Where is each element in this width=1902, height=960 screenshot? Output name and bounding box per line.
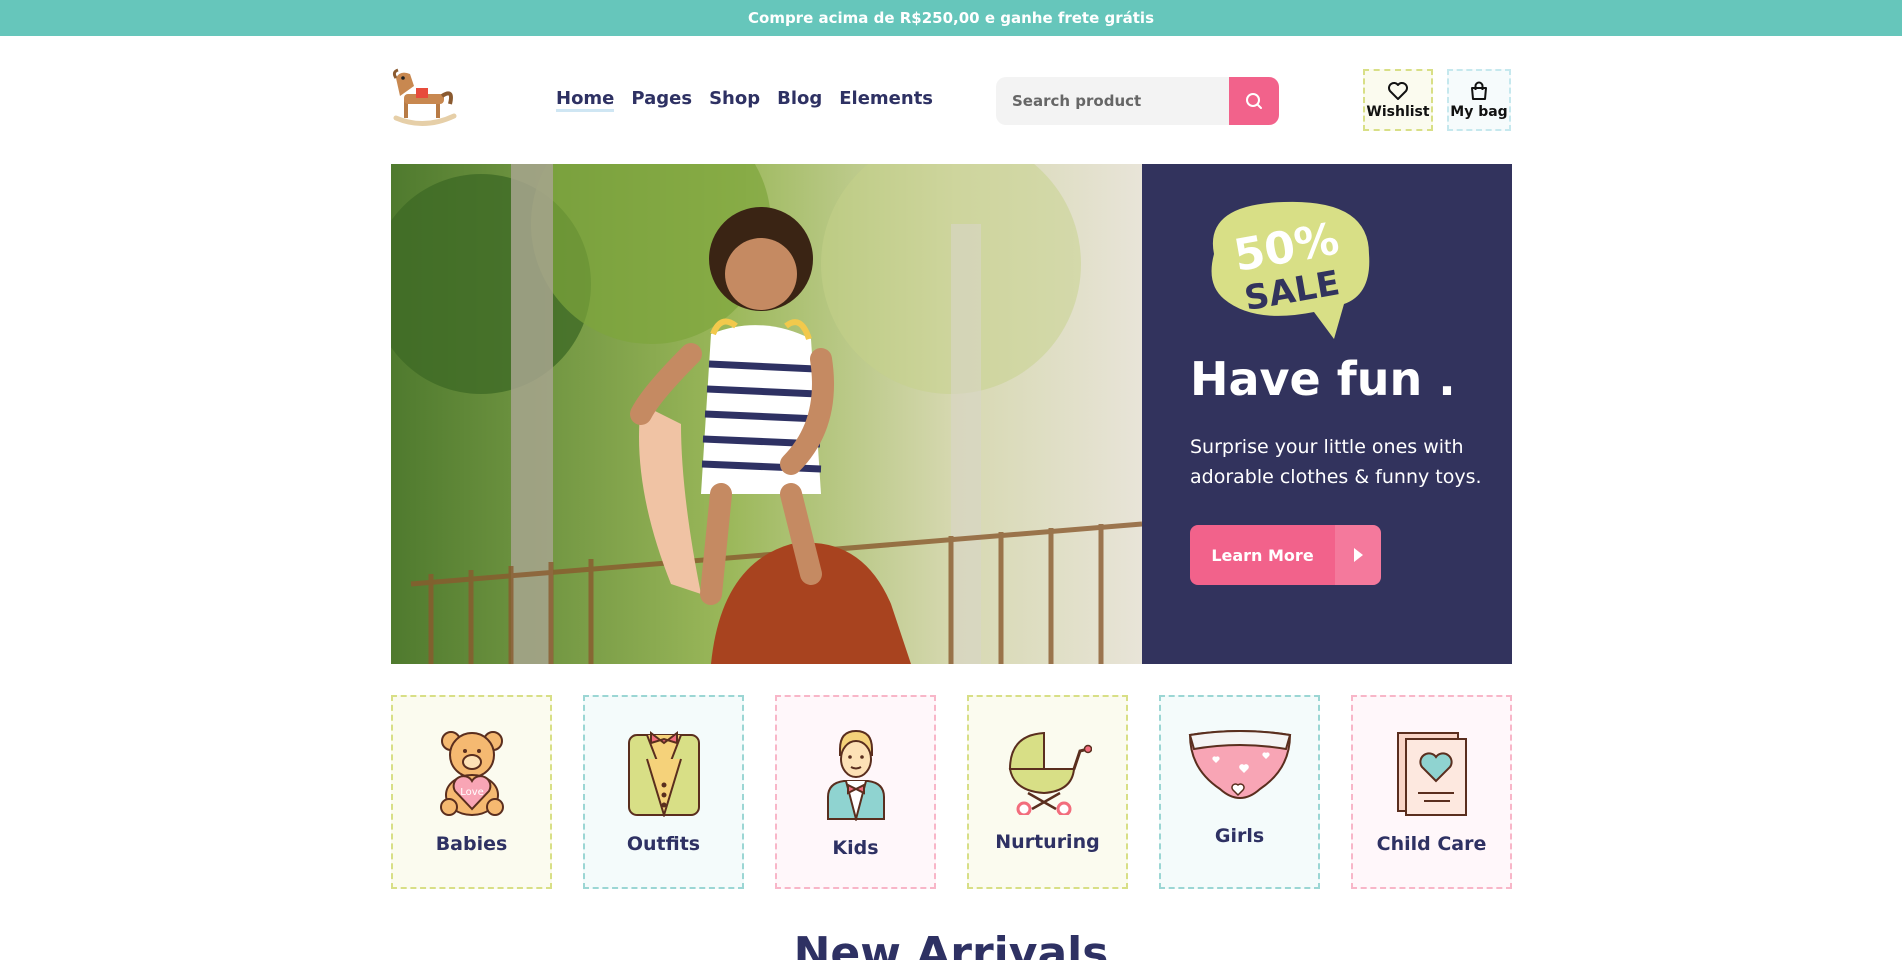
search-icon <box>1246 93 1262 109</box>
boy-icon <box>826 729 885 821</box>
main-nav: Home Pages Shop Blog Elements <box>556 88 933 112</box>
category-nurturing[interactable]: Nurturing <box>967 695 1128 889</box>
category-outfits[interactable]: Outfits <box>583 695 744 889</box>
learn-more-button[interactable]: Learn More <box>1190 525 1381 585</box>
heart-icon <box>1388 81 1408 100</box>
vest-icon <box>627 730 700 817</box>
hero-description: Surprise your little ones with adorable … <box>1190 436 1482 488</box>
new-arrivals-heading: New Arrivals <box>793 928 1109 960</box>
search-button[interactable] <box>1229 77 1279 125</box>
nav-home[interactable]: Home <box>556 88 615 112</box>
sale-badge: 50% SALE <box>1211 201 1370 339</box>
nav-shop[interactable]: Shop <box>709 88 760 109</box>
category-label: Nurturing <box>995 831 1100 853</box>
announcement-bar: Compre acima de R$250,00 e ganhe frete g… <box>0 0 1902 36</box>
announcement-text: Compre acima de R$250,00 e ganhe frete g… <box>748 9 1154 27</box>
diaper-icon <box>1188 730 1291 799</box>
wishlist-label: Wishlist <box>1366 103 1430 120</box>
category-label: Child Care <box>1376 833 1487 855</box>
search-input[interactable] <box>996 77 1229 125</box>
search-bar <box>996 77 1279 125</box>
category-row: Love Babies Outfits Kids Nurturing Girls… <box>391 695 1512 890</box>
category-girls[interactable]: Girls <box>1159 695 1320 889</box>
category-child-care[interactable]: Child Care <box>1351 695 1512 889</box>
hero-photo-illustration <box>391 164 1142 664</box>
love-badge: Love <box>460 787 484 798</box>
rocking-horse-logo-icon[interactable] <box>390 68 458 130</box>
category-label: Kids <box>832 837 879 859</box>
hero-photo <box>391 164 1142 664</box>
stroller-icon <box>1008 731 1092 815</box>
nav-blog[interactable]: Blog <box>777 88 822 109</box>
bag-label: My bag <box>1450 103 1508 120</box>
bag-button[interactable]: My bag <box>1447 69 1511 131</box>
learn-more-label: Learn More <box>1211 545 1314 565</box>
nav-pages[interactable]: Pages <box>631 88 692 109</box>
category-kids[interactable]: Kids <box>775 695 936 889</box>
play-arrow-icon <box>1335 525 1381 585</box>
card-icon <box>1396 732 1467 816</box>
category-label: Girls <box>1214 825 1265 847</box>
category-label: Babies <box>435 833 508 855</box>
wishlist-button[interactable]: Wishlist <box>1363 69 1433 131</box>
teddy-bear-icon: Love <box>439 731 504 816</box>
hero-promo-panel: 50% SALE Have fun . Surprise your little… <box>1142 164 1512 664</box>
hero-title: Have fun . <box>1190 352 1456 406</box>
category-label: Outfits <box>626 833 701 855</box>
bag-icon <box>1471 81 1487 100</box>
site-header: Home Pages Shop Blog Elements Wishlist M… <box>0 36 1902 164</box>
nav-elements[interactable]: Elements <box>839 88 933 109</box>
category-babies[interactable]: Love Babies <box>391 695 552 889</box>
